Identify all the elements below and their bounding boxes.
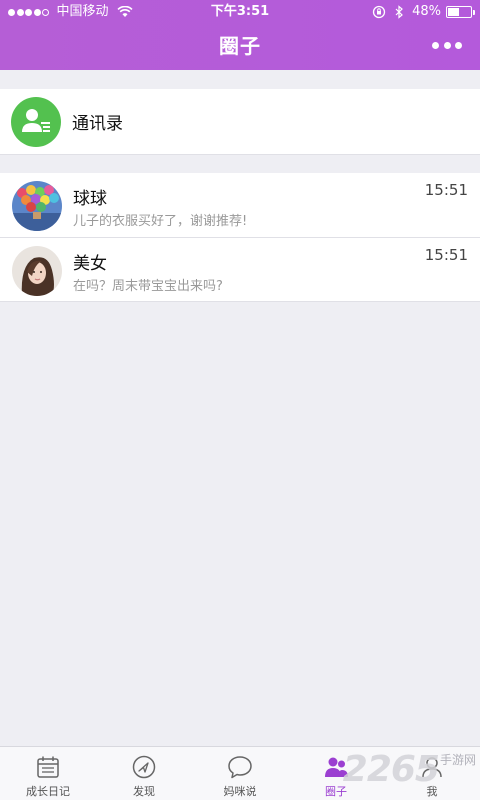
page-title: 圈子 — [219, 34, 261, 58]
calendar-icon — [37, 756, 59, 778]
tab-label: 发现 — [133, 785, 155, 798]
rotation-lock-icon — [372, 5, 386, 19]
contacts-label: 通讯录 — [72, 114, 123, 134]
chat-list-item[interactable]: 球球 儿子的衣服买好了，谢谢推荐! 15:51 — [0, 173, 480, 238]
chat-time: 15:51 — [424, 181, 468, 199]
chat-last-message: 在吗？周末带宝宝出来吗? — [73, 279, 223, 294]
chat-last-message: 儿子的衣服买好了，谢谢推荐! — [73, 214, 248, 229]
watermark-number: 2265 — [342, 749, 440, 790]
chat-time: 15:51 — [424, 246, 468, 264]
balloons-avatar — [12, 181, 62, 231]
tab-label: 妈咪说 — [223, 785, 257, 798]
chat-bubble-icon — [228, 756, 252, 779]
contacts-icon — [11, 96, 61, 147]
tab-label: 成长日记 — [26, 785, 70, 798]
tab-mommy-talk[interactable]: 妈咪说 — [192, 747, 288, 800]
bluetooth-icon — [395, 5, 403, 19]
site-watermark: 2265 手游网 — [343, 750, 476, 790]
watermark-text: 手游网 — [439, 753, 476, 767]
battery-icon — [446, 6, 475, 18]
tab-growth-diary[interactable]: 成长日记 — [0, 747, 96, 800]
status-bar: 中国移动 下午3:51 48% — [0, 0, 480, 24]
woman-avatar — [12, 246, 62, 296]
chat-list: 球球 儿子的衣服买好了，谢谢推荐! 15:51 美女 在吗？周末带宝宝出来吗? … — [0, 173, 480, 302]
battery-percentage: 48% — [412, 4, 441, 19]
compass-icon — [132, 755, 156, 779]
status-right: 48% — [372, 0, 475, 24]
more-dots-icon — [432, 41, 439, 49]
top-bar: 中国移动 下午3:51 48% 圈子 — [0, 0, 480, 70]
tab-discover[interactable]: 发现 — [96, 747, 192, 800]
chat-name: 球球 — [73, 189, 107, 209]
chat-name: 美女 — [73, 254, 107, 274]
contacts-entry[interactable]: 通讯录 — [0, 89, 480, 155]
chat-list-item[interactable]: 美女 在吗？周末带宝宝出来吗? 15:51 — [0, 238, 480, 302]
more-options-button[interactable] — [432, 36, 462, 54]
